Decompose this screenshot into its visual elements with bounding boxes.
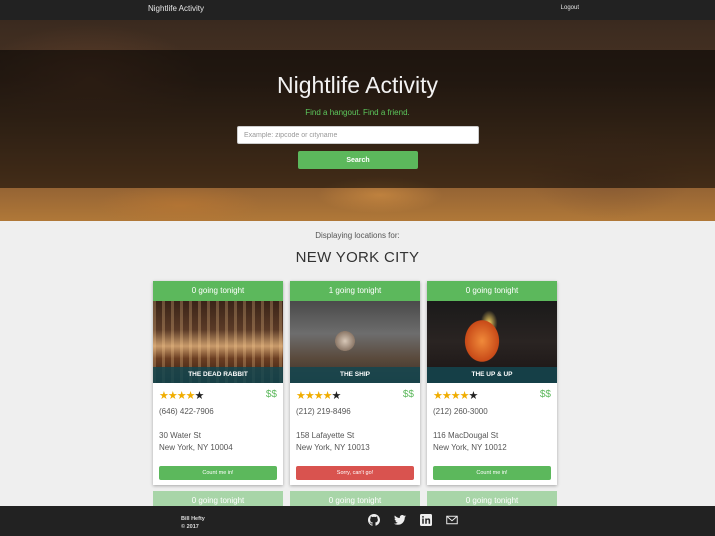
venue-address: 116 MacDougal St New York, NY 10012 bbox=[433, 430, 551, 454]
star-icon: ★ bbox=[194, 390, 204, 402]
rating-stars: ★★★★★ bbox=[159, 389, 277, 402]
hero-tagline: Find a hangout. Find a friend. bbox=[305, 108, 410, 117]
address-line-2: New York, NY 10004 bbox=[159, 443, 233, 452]
venue-photo: THE UP & UP bbox=[427, 301, 557, 383]
count-me-in-button[interactable]: Count me in! bbox=[159, 466, 277, 480]
twitter-icon[interactable] bbox=[394, 514, 406, 526]
star-icon: ★ bbox=[331, 390, 341, 402]
going-count: 1 going tonight bbox=[290, 281, 420, 301]
logout-link[interactable]: Logout bbox=[561, 5, 579, 11]
hero-title: Nightlife Activity bbox=[276, 72, 439, 98]
venue-phone: (212) 260-3000 bbox=[433, 407, 488, 416]
venue-address: 30 Water St New York, NY 10004 bbox=[159, 430, 277, 454]
venue-photo: THE DEAD RABBIT bbox=[153, 301, 283, 383]
going-count: 0 going tonight bbox=[427, 281, 557, 301]
github-icon[interactable] bbox=[368, 514, 380, 526]
hero-banner: Nightlife Activity Find a hangout. Find … bbox=[0, 20, 715, 221]
venue-phone: (646) 422-7906 bbox=[159, 407, 214, 416]
footer-credit: Bill Hefty © 2017 bbox=[181, 515, 205, 531]
mail-icon[interactable] bbox=[446, 514, 458, 526]
search-input[interactable] bbox=[237, 126, 479, 144]
linkedin-icon[interactable] bbox=[420, 514, 432, 526]
author-name: Bill Hefty bbox=[181, 516, 205, 522]
venue-photo: THE SHIP bbox=[290, 301, 420, 383]
price-level: $$ bbox=[265, 389, 277, 400]
address-line-2: New York, NY 10012 bbox=[433, 443, 507, 452]
address-line-1: 30 Water St bbox=[159, 431, 201, 440]
cant-go-button[interactable]: Sorry, can't go! bbox=[296, 466, 414, 480]
rating-stars: ★★★★★ bbox=[433, 389, 551, 402]
city-heading: NEW YORK CITY bbox=[295, 249, 420, 266]
star-icon: ★★★★ bbox=[433, 390, 469, 402]
address-line-1: 158 Lafayette St bbox=[296, 431, 355, 440]
venue-phone: (212) 219-8496 bbox=[296, 407, 351, 416]
venue-card: 1 going tonight THE SHIP ★★★★★ $$ (212) … bbox=[290, 281, 420, 485]
search-button[interactable]: Search bbox=[298, 151, 418, 169]
price-level: $$ bbox=[539, 389, 551, 400]
going-count: 0 going tonight bbox=[153, 281, 283, 301]
footer: Bill Hefty © 2017 bbox=[0, 506, 715, 536]
star-icon: ★ bbox=[468, 390, 478, 402]
address-line-2: New York, NY 10013 bbox=[296, 443, 370, 452]
displaying-label: Displaying locations for: bbox=[315, 231, 400, 240]
count-me-in-button[interactable]: Count me in! bbox=[433, 466, 551, 480]
copyright-year: © 2017 bbox=[181, 524, 199, 530]
rating-stars: ★★★★★ bbox=[296, 389, 414, 402]
venue-name: THE SHIP bbox=[290, 367, 420, 383]
venue-card: 0 going tonight THE UP & UP ★★★★★ $$ (21… bbox=[427, 281, 557, 485]
venue-name: THE DEAD RABBIT bbox=[153, 367, 283, 383]
address-line-1: 116 MacDougal St bbox=[433, 431, 499, 440]
star-icon: ★★★★ bbox=[296, 390, 332, 402]
navbar: Nightlife Activity Logout bbox=[0, 0, 715, 20]
star-icon: ★★★★ bbox=[159, 390, 195, 402]
venue-name: THE UP & UP bbox=[427, 367, 557, 383]
venue-card: 0 going tonight THE DEAD RABBIT ★★★★★ $$… bbox=[153, 281, 283, 485]
venue-address: 158 Lafayette St New York, NY 10013 bbox=[296, 430, 414, 454]
brand-link[interactable]: Nightlife Activity bbox=[148, 4, 204, 13]
price-level: $$ bbox=[402, 389, 414, 400]
